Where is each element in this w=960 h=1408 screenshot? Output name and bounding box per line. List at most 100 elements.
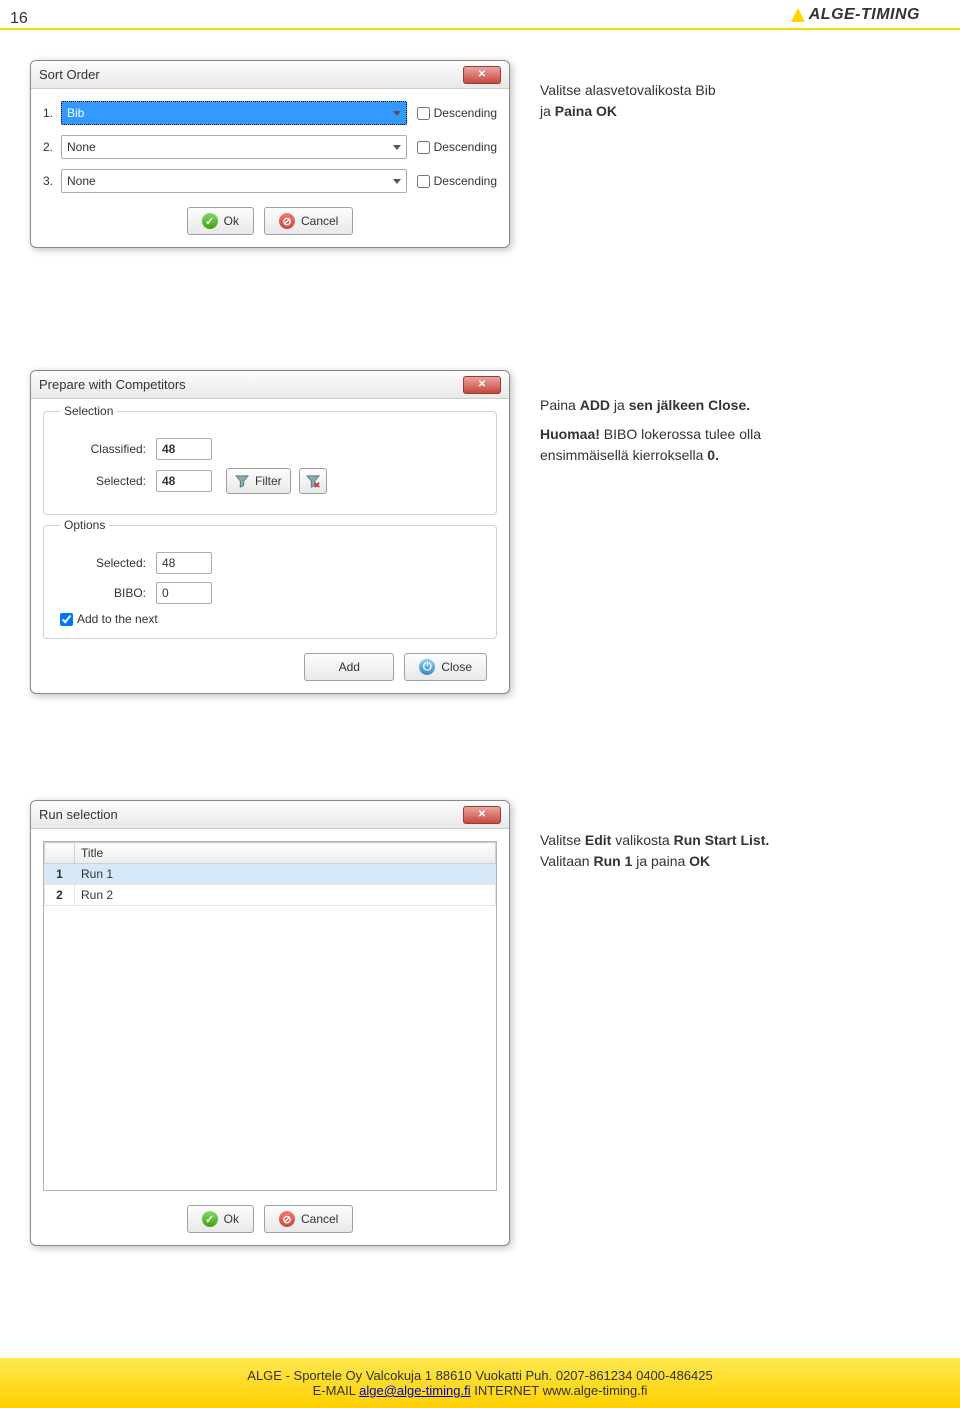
run-row-1[interactable]: 1 Run 1 [45,864,496,885]
close-icon[interactable]: ✕ [463,66,501,84]
selected-label: Selected: [56,474,146,488]
footer-line2c: INTERNET www.alge-timing.fi [471,1383,648,1398]
footer: ALGE - Sportele Oy Valcokuja 1 88610 Vuo… [0,1358,960,1408]
sort-ok-label: Ok [224,214,239,228]
run-ok-label: Ok [224,1212,239,1226]
sort-row-1-combo[interactable]: Bib [61,101,407,125]
instr2-h: 0. [707,447,719,463]
run-cancel-label: Cancel [301,1212,338,1226]
funnel-clear-icon [306,474,320,488]
instr2-b: ADD [580,397,610,413]
classified-value: 48 [162,442,175,456]
instr2-f: BIBO lokerossa tulee olla [600,426,761,442]
add-button[interactable]: Add [304,653,394,681]
close-label: Close [441,660,472,674]
sort-row-3-combo[interactable]: None [61,169,407,193]
instr3-g: ja paina [632,853,689,869]
footer-line2a: E-MAIL [313,1383,359,1398]
sort-order-titlebar: Sort Order ✕ [31,61,509,89]
instruction-2: Paina ADD ja sen jälkeen Close. Huomaa! … [540,395,761,466]
prepare-dialog: Prepare with Competitors ✕ Selection Cla… [30,370,510,694]
sort-row-2-num: 2. [43,140,61,154]
prepare-titlebar: Prepare with Competitors ✕ [31,371,509,399]
prepare-title: Prepare with Competitors [39,377,186,392]
check-icon: ✓ [202,1211,218,1227]
instruction-1-line2b: Paina OK [555,103,617,119]
run-cancel-button[interactable]: ⊘ Cancel [264,1205,353,1233]
selected-value: 48 [162,474,175,488]
run-col-title[interactable]: Title [75,843,496,864]
instr2-d: sen jälkeen Close. [629,397,750,413]
instruction-1-line2a: ja [540,103,555,119]
run-ok-button[interactable]: ✓ Ok [187,1205,254,1233]
close-icon[interactable]: ✕ [463,376,501,394]
instr3-b: Edit [585,832,611,848]
close-button[interactable]: ⏻ Close [404,653,487,681]
run-row-1-num: 1 [45,864,75,885]
sort-row-2-value: None [67,140,96,154]
run-selection-titlebar: Run selection ✕ [31,801,509,829]
sort-cancel-button[interactable]: ⊘ Cancel [264,207,353,235]
run-col-num[interactable] [45,843,75,864]
sort-row-1-value: Bib [67,106,84,120]
filter-button[interactable]: Filter [226,468,291,494]
chevron-down-icon [393,179,401,184]
check-icon: ✓ [202,213,218,229]
sort-row-1-desc-label: Descending [434,106,497,120]
instruction-3: Valitse Edit valikosta Run Start List. V… [540,830,769,872]
clear-filter-button[interactable] [299,468,327,494]
chevron-down-icon [393,111,401,116]
sort-row-1-num: 1. [43,106,61,120]
sort-row-2-desc[interactable]: Descending [417,140,497,154]
filter-label: Filter [255,474,282,488]
classified-input[interactable]: 48 [156,438,212,460]
run-table: Title 1 Run 1 2 Run 2 [44,842,496,906]
instr3-c: valikosta [611,832,673,848]
sort-row-2-combo[interactable]: None [61,135,407,159]
selection-legend: Selection [60,404,117,418]
sort-row-3-num: 3. [43,174,61,188]
instr2-a: Paina [540,397,580,413]
instruction-1-line1: Valitse alasvetovalikosta Bib [540,80,716,101]
sort-cancel-label: Cancel [301,214,338,228]
run-row-2-num: 2 [45,885,75,906]
selected-input[interactable]: 48 [156,470,212,492]
classified-label: Classified: [56,442,146,456]
run-selection-dialog: Run selection ✕ Title 1 Run 1 2 [30,800,510,1246]
instr3-f: Run 1 [593,853,632,869]
header-logo: ALGE-TIMING [791,6,920,24]
run-row-1-title: Run 1 [75,864,496,885]
sort-row-3-desc-label: Descending [434,174,497,188]
logo-triangle-icon [791,8,805,22]
footer-email-link[interactable]: alge@alge-timing.fi [359,1383,470,1398]
options-legend: Options [60,518,109,532]
sort-row-2-desc-label: Descending [434,140,497,154]
opt-selected-label: Selected: [56,556,146,570]
funnel-icon [235,474,249,488]
run-row-2-title: Run 2 [75,885,496,906]
instr2-c: ja [610,397,629,413]
sort-order-dialog: Sort Order ✕ 1. Bib Descending 2. None D… [30,60,510,248]
page-number: 16 [10,10,28,28]
instr3-d: Run Start List. [674,832,770,848]
bibo-input[interactable]: 0 [156,582,212,604]
run-row-2[interactable]: 2 Run 2 [45,885,496,906]
instr3-a: Valitse [540,832,585,848]
run-selection-title: Run selection [39,807,118,822]
sort-ok-button[interactable]: ✓ Ok [187,207,254,235]
footer-line1: ALGE - Sportele Oy Valcokuja 1 88610 Vuo… [247,1368,712,1383]
instr3-e: Valitaan [540,853,593,869]
add-to-next-label: Add to the next [77,612,158,626]
opt-selected-input[interactable]: 48 [156,552,212,574]
sort-row-3-desc[interactable]: Descending [417,174,497,188]
chevron-down-icon [393,145,401,150]
instr2-g: ensimmäisellä kierroksella [540,447,707,463]
cancel-icon: ⊘ [279,213,295,229]
cancel-icon: ⊘ [279,1211,295,1227]
logo-text: ALGE-TIMING [809,6,920,24]
close-icon[interactable]: ✕ [463,806,501,824]
instruction-1: Valitse alasvetovalikosta Bib ja Paina O… [540,80,716,122]
add-to-next-checkbox[interactable]: Add to the next [60,612,484,626]
options-group: Options Selected: 48 BIBO: 0 Add to the … [43,525,497,639]
sort-row-1-desc[interactable]: Descending [417,106,497,120]
